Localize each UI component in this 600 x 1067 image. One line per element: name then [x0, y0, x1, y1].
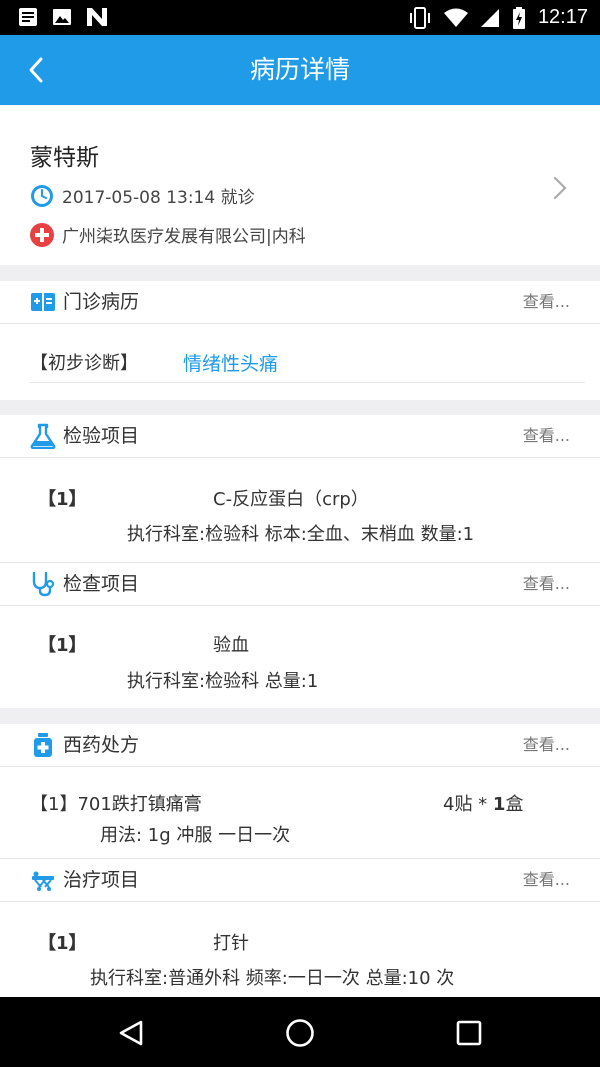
lab-tests-title: 检验项目 — [63, 425, 140, 447]
status-time: 12:17 — [537, 6, 588, 28]
nav-back-icon[interactable] — [117, 1019, 145, 1047]
treatment-title: 治疗项目 — [63, 869, 140, 891]
lab-item-index: 【1】 — [38, 489, 87, 510]
visit-time-row: 2017-05-08 13:14 就诊 — [30, 183, 255, 208]
outpatient-view-more[interactable]: 查看... — [523, 281, 570, 323]
treatment-item-index: 【1】 — [38, 933, 87, 954]
qty-unit: 盒 — [505, 794, 524, 815]
qty-prefix: 4贴 * — [443, 794, 493, 815]
visit-time: 2017-05-08 13:14 就诊 — [62, 188, 255, 208]
patient-card[interactable]: 蒙特斯 2017-05-08 13:14 就诊 广州柒玖医疗发展有限公司|内科 — [0, 105, 600, 265]
lab-exam-section: 检验项目 查看... 【1】 C-反应蛋白（crp） 执行科室:检验科 标本:全… — [0, 415, 600, 708]
nav-home-icon[interactable] — [285, 1018, 315, 1048]
lab-item-detail: 执行科室:检验科 标本:全血、末梢血 数量:1 — [127, 524, 475, 545]
prescription-title: 西药处方 — [63, 734, 140, 756]
exam-item-name: 验血 — [213, 635, 249, 656]
app-bar: 病历详情 — [0, 35, 600, 105]
prescription-item-name: 【1】701跌打镇痛膏 — [30, 794, 202, 815]
image-icon — [53, 9, 71, 25]
lab-item-name: C-反应蛋白（crp） — [213, 489, 369, 510]
hospital-row: 广州柒玖医疗发展有限公司|内科 — [30, 222, 306, 247]
chevron-right-icon[interactable] — [552, 175, 568, 201]
stethoscope-icon — [32, 571, 55, 597]
battery-icon — [512, 6, 525, 29]
prescription-treatment-section: 西药处方 查看... 【1】701跌打镇痛膏 4贴 * 1盒 用法: 1g 冲服… — [0, 724, 600, 997]
outpatient-title: 门诊病历 — [63, 291, 140, 313]
diagnosis-label: 【初步诊断】 — [30, 353, 138, 374]
prescription-usage: 用法: 1g 冲服 一日一次 — [100, 825, 291, 846]
page-title: 病历详情 — [249, 55, 350, 84]
wifi-icon — [443, 8, 468, 27]
diagnosis-value: 情绪性头痛 — [183, 353, 279, 375]
lab-tests-view-more[interactable]: 查看... — [523, 415, 570, 457]
patient-name: 蒙特斯 — [30, 145, 99, 171]
flask-icon — [30, 423, 56, 449]
hospital-name: 广州柒玖医疗发展有限公司|内科 — [62, 227, 306, 247]
clock-icon — [31, 184, 53, 207]
exams-title: 检查项目 — [63, 573, 140, 595]
notes-icon — [19, 8, 37, 26]
exams-view-more[interactable]: 查看... — [523, 563, 570, 605]
lab-tests-header[interactable]: 检验项目 查看... — [0, 415, 600, 458]
treatment-header[interactable]: 治疗项目 查看... — [0, 859, 600, 902]
outpatient-header[interactable]: 门诊病历 查看... — [0, 281, 600, 324]
prescription-header[interactable]: 西药处方 查看... — [0, 724, 600, 767]
nav-recents-icon[interactable] — [455, 1019, 483, 1047]
prescription-item-qty: 4贴 * 1盒 — [443, 790, 523, 816]
signal-icon — [480, 8, 499, 27]
exam-item-detail: 执行科室:检验科 总量:1 — [127, 671, 319, 692]
exams-header[interactable]: 检查项目 查看... — [0, 563, 600, 606]
vibrate-icon — [409, 6, 430, 29]
n-app-icon — [87, 8, 107, 26]
diagnosis-divider — [30, 382, 585, 383]
navigation-bar — [0, 997, 600, 1067]
medicine-bottle-icon — [34, 733, 52, 757]
treatment-item-name: 打针 — [213, 933, 249, 954]
outpatient-section: 门诊病历 查看... 【初步诊断】 情绪性头痛 — [0, 281, 600, 400]
hospital-cross-icon — [30, 222, 54, 247]
treatment-item-detail: 执行科室:普通外科 频率:一日一次 总量:10 次 — [90, 968, 455, 989]
exam-item-index: 【1】 — [38, 635, 87, 656]
qty-count: 1 — [492, 794, 506, 815]
medical-book-icon — [31, 293, 55, 311]
status-bar: 12:17 — [0, 0, 600, 35]
stretcher-icon — [32, 871, 54, 891]
treatment-view-more[interactable]: 查看... — [523, 859, 570, 901]
prescription-view-more[interactable]: 查看... — [523, 724, 570, 766]
